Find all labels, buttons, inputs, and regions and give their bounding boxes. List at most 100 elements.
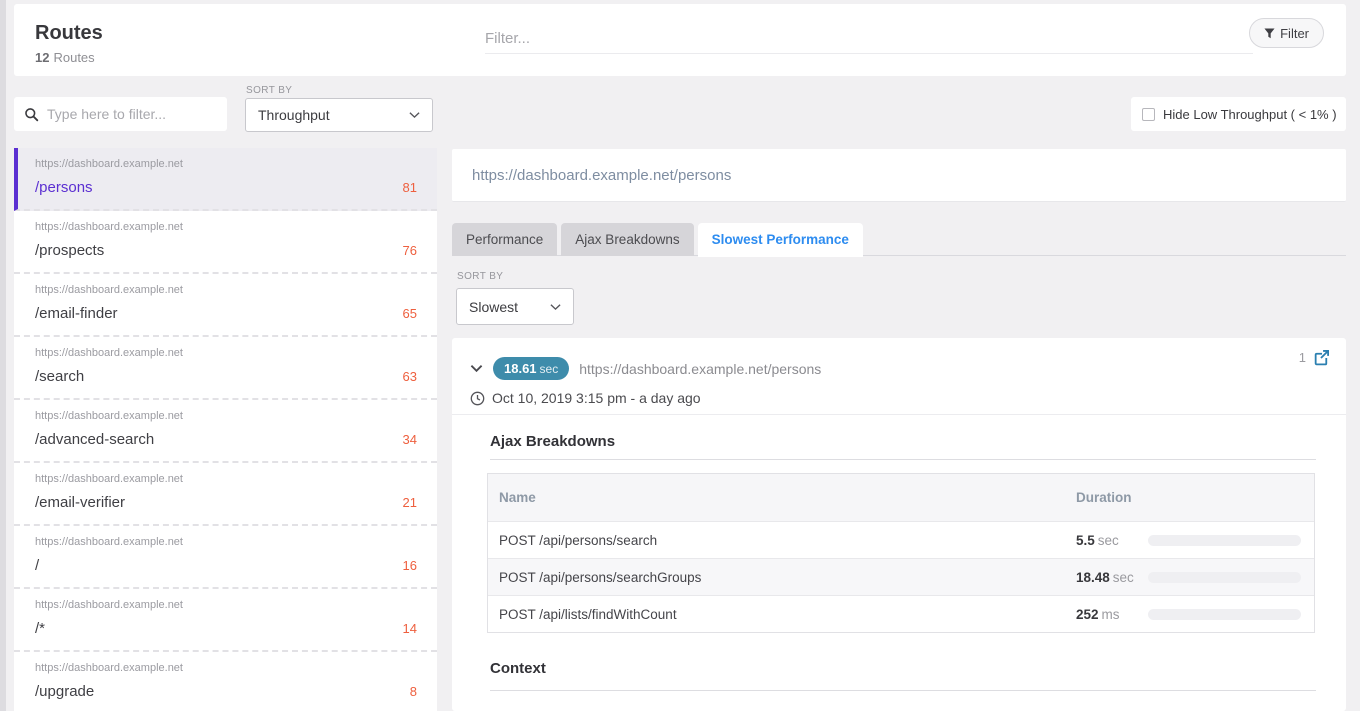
route-host: https://dashboard.example.net <box>35 221 417 233</box>
trace-sort-by-label: SORT BY <box>457 271 503 282</box>
route-path: /* <box>35 620 417 637</box>
route-list-item[interactable]: https://dashboard.example.net /prospects… <box>14 211 437 274</box>
trace-duration-badge: 18.61sec <box>493 357 569 380</box>
route-sort-select[interactable]: Throughput <box>245 98 433 132</box>
trace-url: https://dashboard.example.net/persons <box>579 361 821 377</box>
detail-tab[interactable]: Performance <box>452 223 557 256</box>
trace-meta: 1 <box>1299 349 1330 366</box>
trace-card: 1 18.61sec https://dashboard.example.net… <box>452 338 1346 711</box>
search-icon <box>24 107 39 122</box>
ajax-breakdowns-table: Name Duration POST /api/persons/search 5… <box>487 473 1315 633</box>
route-search <box>14 97 227 131</box>
route-throughput-count: 76 <box>403 243 417 258</box>
duration-bar-track <box>1148 572 1301 583</box>
page-title: Routes <box>35 22 103 45</box>
tab-label: Ajax Breakdowns <box>575 232 679 247</box>
route-list-item[interactable]: https://dashboard.example.net /search 63 <box>14 337 437 400</box>
detail-url: https://dashboard.example.net/persons <box>472 167 731 184</box>
table-row: POST /api/lists/findWithCount 252ms <box>488 595 1314 632</box>
route-host: https://dashboard.example.net <box>35 284 417 296</box>
route-list-item[interactable]: https://dashboard.example.net /email-ver… <box>14 463 437 526</box>
route-throughput-count: 63 <box>403 369 417 384</box>
ajax-table-body: POST /api/persons/search 5.5sec POST /ap… <box>488 521 1314 632</box>
duration-unit: sec <box>1098 533 1119 548</box>
route-host: https://dashboard.example.net <box>35 662 417 674</box>
route-list-item[interactable]: https://dashboard.example.net /email-fin… <box>14 274 437 337</box>
column-header-duration: Duration <box>1076 490 1132 505</box>
route-path: /email-verifier <box>35 494 417 511</box>
trace-duration-unit: sec <box>540 362 559 376</box>
trace-timestamp: Oct 10, 2019 3:15 pm - a day ago <box>492 390 701 406</box>
divider <box>490 459 1316 460</box>
ajax-request-name: POST /api/persons/search <box>499 533 657 548</box>
divider <box>490 690 1316 691</box>
detail-tabs: Performance Ajax Breakdowns Slowest Perf… <box>452 223 1346 256</box>
ajax-request-name: POST /api/persons/searchGroups <box>499 570 701 585</box>
duration-bar-track <box>1148 535 1301 546</box>
trace-header: 18.61sec https://dashboard.example.net/p… <box>470 357 821 380</box>
global-filter-input[interactable] <box>485 24 1253 54</box>
route-path: /search <box>35 368 417 385</box>
ajax-duration-value: 252ms <box>1076 607 1120 622</box>
route-host: https://dashboard.example.net <box>35 599 417 611</box>
duration-number: 18.48 <box>1076 570 1110 585</box>
hide-low-throughput-label: Hide Low Throughput ( < 1% ) <box>1163 107 1337 122</box>
route-throughput-count: 8 <box>410 684 417 699</box>
route-path: /upgrade <box>35 683 417 700</box>
duration-number: 252 <box>1076 607 1099 622</box>
trace-instance-count: 1 <box>1299 350 1306 365</box>
tab-label: Slowest Performance <box>712 232 849 247</box>
ajax-table-header: Name Duration <box>488 474 1314 521</box>
filter-button[interactable]: Filter <box>1249 18 1324 48</box>
chevron-down-icon <box>409 111 420 119</box>
duration-unit: sec <box>1113 570 1134 585</box>
trace-sort-select[interactable]: Slowest <box>456 288 574 325</box>
divider <box>452 414 1346 415</box>
external-link-icon[interactable] <box>1313 349 1330 366</box>
collapse-chevron-icon[interactable] <box>470 364 483 373</box>
route-search-input[interactable] <box>47 106 207 122</box>
route-host: https://dashboard.example.net <box>35 158 417 170</box>
trace-duration-value: 18.61 <box>504 361 537 376</box>
route-count-label: Routes <box>53 50 94 65</box>
table-row: POST /api/persons/searchGroups 18.48sec <box>488 558 1314 595</box>
hide-low-throughput-checkbox[interactable] <box>1142 108 1155 121</box>
route-path: /prospects <box>35 242 417 259</box>
route-path: /persons <box>35 179 417 196</box>
route-path: /advanced-search <box>35 431 417 448</box>
route-throughput-count: 14 <box>403 621 417 636</box>
route-throughput-count: 81 <box>403 180 417 195</box>
route-throughput-count: 16 <box>403 558 417 573</box>
chevron-down-icon <box>550 303 561 311</box>
route-throughput-count: 21 <box>403 495 417 510</box>
detail-tab[interactable]: Slowest Performance <box>698 223 863 257</box>
column-header-name: Name <box>499 490 536 505</box>
trace-timestamp-row: Oct 10, 2019 3:15 pm - a day ago <box>470 390 701 406</box>
hide-low-throughput: Hide Low Throughput ( < 1% ) <box>1131 97 1346 131</box>
route-count-number: 12 <box>35 50 49 65</box>
route-count: 12 Routes <box>35 50 95 65</box>
duration-unit: ms <box>1102 607 1120 622</box>
duration-bar-track <box>1148 609 1301 620</box>
detail-tab[interactable]: Ajax Breakdowns <box>561 223 693 256</box>
filter-button-label: Filter <box>1280 26 1309 41</box>
route-host: https://dashboard.example.net <box>35 536 417 548</box>
route-host: https://dashboard.example.net <box>35 473 417 485</box>
route-list-item[interactable]: https://dashboard.example.net /advanced-… <box>14 400 437 463</box>
route-throughput-count: 34 <box>403 432 417 447</box>
sort-by-label: SORT BY <box>246 85 292 96</box>
context-title: Context <box>490 660 546 677</box>
route-list-item[interactable]: https://dashboard.example.net / 16 <box>14 526 437 589</box>
route-path: / <box>35 557 417 574</box>
funnel-icon <box>1264 28 1275 39</box>
ajax-duration-value: 18.48sec <box>1076 570 1134 585</box>
route-host: https://dashboard.example.net <box>35 410 417 422</box>
tab-label: Performance <box>466 232 543 247</box>
route-list-item[interactable]: https://dashboard.example.net /upgrade 8 <box>14 652 437 711</box>
ajax-request-name: POST /api/lists/findWithCount <box>499 607 677 622</box>
route-host: https://dashboard.example.net <box>35 347 417 359</box>
table-row: POST /api/persons/search 5.5sec <box>488 521 1314 558</box>
route-list-item[interactable]: https://dashboard.example.net /* 14 <box>14 589 437 652</box>
route-sort-value: Throughput <box>258 107 330 123</box>
route-list-item[interactable]: https://dashboard.example.net /persons 8… <box>14 148 437 211</box>
